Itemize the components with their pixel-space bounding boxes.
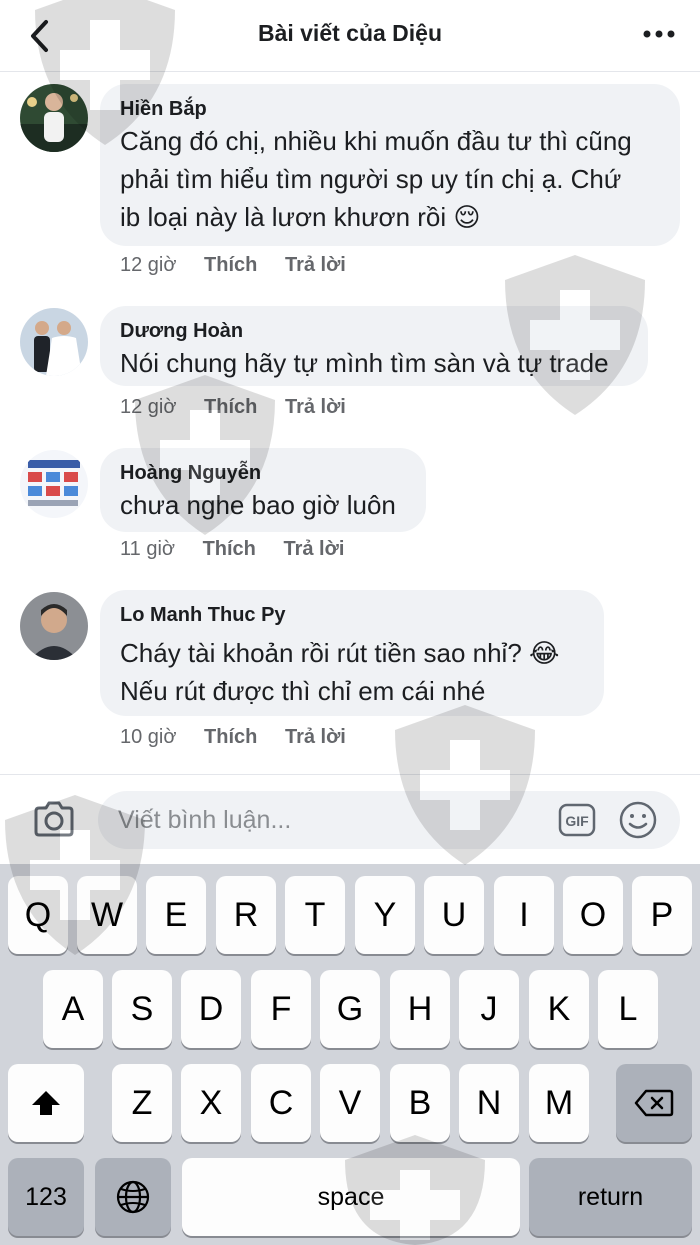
- comment-text: Căng đó chị, nhiều khi muốn đầu tư thì c…: [120, 126, 632, 156]
- page-title: Bài viết của Diệu: [257, 20, 443, 46]
- comment-bubble[interactable]: Lo Manh Thuc Py Cháy tài khoản rồi rút t…: [100, 590, 604, 716]
- delete-key[interactable]: [616, 1064, 692, 1142]
- key-u[interactable]: U: [424, 876, 484, 954]
- like-button[interactable]: Thích: [204, 396, 257, 419]
- globe-key[interactable]: [95, 1158, 171, 1236]
- gif-label: GIF: [565, 813, 589, 829]
- key-s[interactable]: S: [112, 970, 172, 1048]
- key-p[interactable]: P: [632, 876, 692, 954]
- gif-icon[interactable]: GIF: [558, 803, 596, 837]
- shift-key[interactable]: [8, 1064, 84, 1142]
- space-key[interactable]: space: [182, 1158, 520, 1236]
- key-z[interactable]: Z: [112, 1064, 172, 1142]
- key-h[interactable]: H: [390, 970, 450, 1048]
- key-m[interactable]: M: [529, 1064, 589, 1142]
- key-e[interactable]: E: [146, 876, 206, 954]
- backspace-icon: [634, 1089, 674, 1117]
- key-l[interactable]: L: [598, 970, 658, 1048]
- comment-text: ib loại này là lươn khươn rồi 😌: [120, 202, 481, 232]
- numbers-key[interactable]: 123: [8, 1158, 84, 1236]
- key-a[interactable]: A: [43, 970, 103, 1048]
- top-bar: Bài viết của Diệu: [0, 0, 700, 72]
- comment-meta: 10 giờ Thích Trả lời: [120, 726, 368, 749]
- key-v[interactable]: V: [320, 1064, 380, 1142]
- comment-time: 12 giờ: [120, 396, 177, 418]
- comment-text: Nói chung hãy tự mình tìm sàn và tự trad…: [120, 348, 609, 378]
- key-t[interactable]: T: [285, 876, 345, 954]
- comment-time: 11 giờ: [120, 538, 175, 560]
- comment-text: Cháy tài khoản rồi rút tiền sao nhỉ? 😂: [120, 638, 560, 668]
- comment-author[interactable]: Lo Manh Thuc Py: [120, 602, 584, 628]
- return-key[interactable]: return: [529, 1158, 692, 1236]
- shift-icon: [32, 1091, 60, 1115]
- key-n[interactable]: N: [459, 1064, 519, 1142]
- key-x[interactable]: X: [181, 1064, 241, 1142]
- emoji-icon[interactable]: [618, 800, 658, 840]
- key-b[interactable]: B: [390, 1064, 450, 1142]
- comment-meta: 11 giờ Thích Trả lời: [120, 538, 366, 561]
- avatar[interactable]: [20, 592, 88, 660]
- comment-meta: 12 giờ Thích Trả lời: [120, 396, 368, 419]
- camera-icon[interactable]: [32, 799, 76, 839]
- on-screen-keyboard: Q W E R T Y U I O P A S D F G H J K L Z …: [0, 864, 700, 1245]
- comment-text: Nếu rút được thì chỉ em cái nhé: [120, 676, 486, 706]
- key-r[interactable]: R: [216, 876, 276, 954]
- key-q[interactable]: Q: [8, 876, 68, 954]
- comment-author[interactable]: Hiền Bắp: [120, 96, 660, 122]
- key-w[interactable]: W: [77, 876, 137, 954]
- key-f[interactable]: F: [251, 970, 311, 1048]
- comment-input-box[interactable]: GIF: [98, 791, 680, 849]
- comment-composer: GIF: [0, 774, 700, 864]
- key-y[interactable]: Y: [355, 876, 415, 954]
- like-button[interactable]: Thích: [204, 726, 257, 749]
- key-k[interactable]: K: [529, 970, 589, 1048]
- key-i[interactable]: I: [494, 876, 554, 954]
- comment-bubble[interactable]: Hiền Bắp Căng đó chị, nhiều khi muốn đầu…: [100, 84, 680, 246]
- reply-button[interactable]: Trả lời: [285, 396, 346, 419]
- like-button[interactable]: Thích: [203, 538, 256, 561]
- avatar[interactable]: [20, 450, 88, 518]
- key-g[interactable]: G: [320, 970, 380, 1048]
- comment-text: chưa nghe bao giờ luôn: [120, 490, 396, 520]
- more-options-icon[interactable]: [642, 22, 676, 46]
- avatar[interactable]: [20, 308, 88, 376]
- comment-input[interactable]: [118, 803, 538, 837]
- comment-text: phải tìm hiểu tìm người sp uy tín chị ạ.…: [120, 164, 622, 194]
- reply-button[interactable]: Trả lời: [285, 254, 346, 277]
- key-d[interactable]: D: [181, 970, 241, 1048]
- key-c[interactable]: C: [251, 1064, 311, 1142]
- avatar[interactable]: [20, 84, 88, 152]
- key-o[interactable]: O: [563, 876, 623, 954]
- comment-bubble[interactable]: Hoàng Nguyễn chưa nghe bao giờ luôn: [100, 448, 426, 532]
- comment-bubble[interactable]: Dương Hoàn Nói chung hãy tự mình tìm sàn…: [100, 306, 648, 386]
- comment-author[interactable]: Dương Hoàn: [120, 318, 628, 344]
- key-j[interactable]: J: [459, 970, 519, 1048]
- reply-button[interactable]: Trả lời: [283, 538, 344, 561]
- reply-button[interactable]: Trả lời: [285, 726, 346, 749]
- comment-time: 10 giờ: [120, 726, 177, 748]
- globe-icon: [116, 1180, 150, 1214]
- like-button[interactable]: Thích: [204, 254, 257, 277]
- comment-meta: 12 giờ Thích Trả lời: [120, 254, 368, 277]
- comment-time: 12 giờ: [120, 254, 177, 276]
- comment-author[interactable]: Hoàng Nguyễn: [120, 460, 406, 486]
